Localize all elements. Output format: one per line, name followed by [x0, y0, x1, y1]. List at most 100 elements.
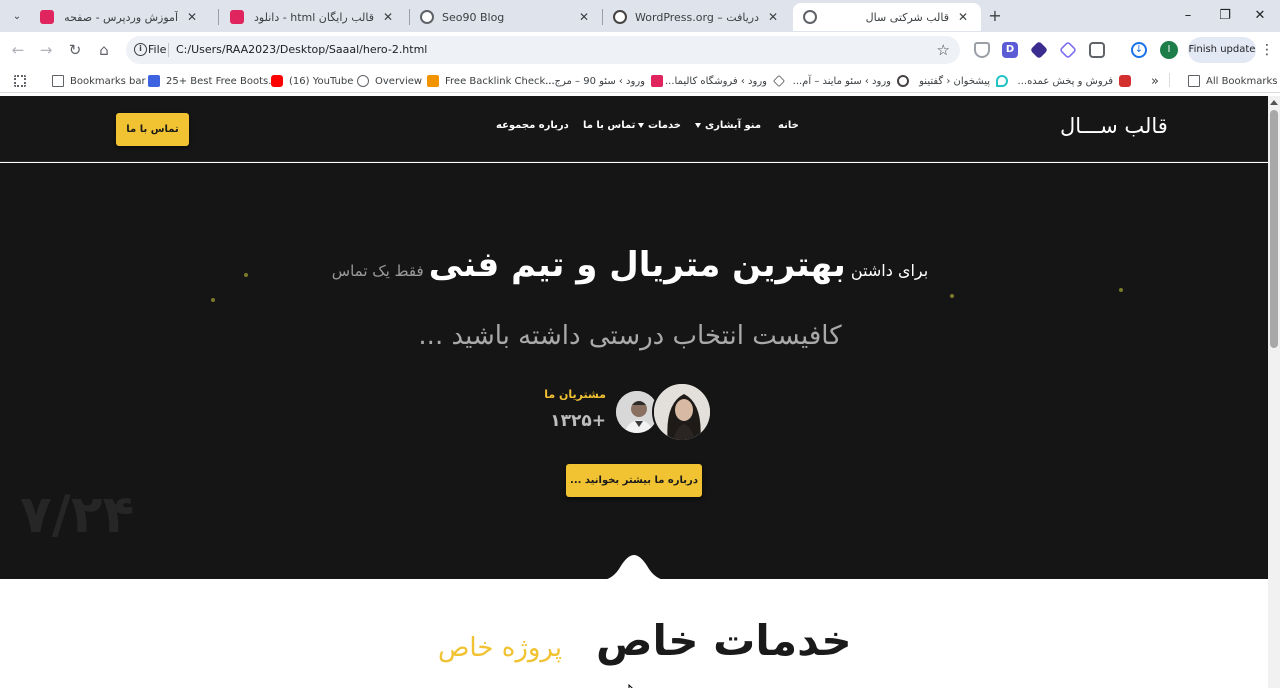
bookmark-item[interactable]: ورود › سئو 90 – مرج...	[545, 73, 663, 89]
hero-subline: کافیست انتخاب درستی داشته باشید ...	[418, 321, 842, 351]
forward-arrow-icon[interactable]: →	[37, 41, 55, 59]
support-247-watermark: ۷/۲۴	[20, 485, 135, 545]
clients-label: مشتریان ما	[544, 388, 606, 401]
tab-search-chevron-icon[interactable]: ⌄	[6, 6, 28, 26]
decorative-dot	[244, 273, 248, 277]
bookmark-item[interactable]: (16) YouTube	[271, 73, 353, 89]
hero-headline: برای داشتن بهترین متریال و تیم فنی فقط ی…	[300, 245, 960, 285]
site-info-icon[interactable]: i	[134, 43, 147, 56]
d-extension-icon[interactable]: D	[1002, 42, 1018, 58]
shield-extension-icon[interactable]	[974, 42, 990, 58]
nav-home[interactable]: خانه	[778, 120, 799, 131]
layers-extension-icon[interactable]	[1029, 40, 1049, 60]
bookmark-item[interactable]: Bookmarks bar	[52, 73, 146, 89]
address-divider	[168, 43, 169, 57]
tab-title: آموزش وردپرس - صفحه 2 از 2 - ...	[62, 10, 178, 24]
seo90-icon	[651, 75, 663, 87]
bookmark-item[interactable]: Overview	[357, 73, 422, 89]
browser-tab-active[interactable]: قالب شرکتی سال ✕	[793, 3, 981, 31]
main-nav: خانه منو آبشاری خدمات تماس با ما درباره …	[490, 120, 810, 138]
wordpress-favicon-icon	[613, 10, 627, 24]
web-page: قالب ســـال خانه منو آبشاری خدمات تماس ب…	[0, 96, 1268, 688]
bookmark-item[interactable]: 25+ Best Free Boots...	[148, 73, 278, 89]
decorative-dot	[950, 294, 954, 298]
diamond-extension-icon[interactable]	[1058, 40, 1078, 60]
hero-headline-pre: برای داشتن	[850, 261, 929, 280]
close-tab-icon[interactable]: ✕	[765, 10, 781, 24]
home-icon[interactable]: ⌂	[95, 41, 113, 59]
read-more-button[interactable]: درباره ما بیشتر بخوانید ...	[566, 464, 702, 497]
reload-icon[interactable]: ↻	[66, 41, 84, 59]
site-header: قالب ســـال خانه منو آبشاری خدمات تماس ب…	[0, 96, 1268, 162]
header-contact-button[interactable]: تماس با ما	[116, 113, 189, 146]
new-tab-button[interactable]: +	[986, 7, 1004, 25]
services-subtitle: پروژه خاص	[438, 633, 563, 663]
restore-window-button[interactable]: ❐	[1215, 6, 1235, 26]
bookmark-label: ورود › سئو مایند – آم...	[792, 75, 891, 87]
address-scheme: File	[148, 43, 167, 56]
hero-section: برای داشتن بهترین متریال و تیم فنی فقط ی…	[0, 163, 1268, 581]
bookmarks-divider	[1169, 73, 1170, 87]
browser-tab[interactable]: Seo90 Blog ✕	[410, 3, 602, 31]
bookmark-label: 25+ Best Free Boots...	[166, 75, 278, 87]
close-window-button[interactable]: ✕	[1250, 6, 1270, 26]
bookmark-star-icon[interactable]: ☆	[937, 41, 950, 59]
bookmark-item[interactable]: فروش و پخش عمده...	[1017, 73, 1131, 89]
bookmark-item[interactable]: ورود › فروشگاه کالیما...	[665, 73, 785, 89]
bookmark-item[interactable]: ورود › سئو مایند – آم...	[793, 73, 909, 89]
nav-waterfall-menu[interactable]: منو آبشاری	[695, 120, 761, 131]
close-tab-icon[interactable]: ✕	[380, 10, 396, 24]
decorative-dot	[211, 298, 215, 302]
nav-contact[interactable]: تماس با ما	[583, 120, 635, 131]
browser-tab[interactable]: آموزش وردپرس - صفحه 2 از 2 - ... ✕	[30, 3, 210, 31]
address-bar[interactable]: i File C:/Users/RAA2023/Desktop/Saaal/he…	[126, 36, 960, 64]
goftino-icon	[996, 75, 1008, 87]
chevron-down-icon	[638, 122, 644, 128]
decorative-dot	[1119, 288, 1123, 292]
bookmark-label: Free Backlink Check...	[445, 75, 555, 87]
page-scrollbar[interactable]	[1268, 96, 1280, 688]
arrow-bookmark-icon	[148, 75, 160, 87]
hero-headline-post: فقط یک تماس	[331, 262, 424, 280]
nav-services[interactable]: خدمات	[638, 120, 681, 131]
bookmark-label: پیشخوان ‹ گفتینو	[919, 75, 990, 87]
folder-icon	[52, 75, 64, 87]
finish-update-button[interactable]: Finish update	[1188, 37, 1256, 63]
woman-portrait-icon	[654, 384, 710, 440]
download-icon[interactable]: ↓	[1131, 42, 1147, 58]
youtube-icon	[271, 75, 283, 87]
close-tab-icon[interactable]: ✕	[576, 10, 592, 24]
scrollbar-thumb[interactable]	[1270, 110, 1278, 348]
hero-headline-main: بهترین متریال و تیم فنی	[428, 245, 846, 285]
nav-about[interactable]: درباره مجموعه	[496, 120, 569, 131]
browser-tab[interactable]: قالب رایگان html - دانلود رایگان ... ✕	[220, 3, 406, 31]
close-tab-icon[interactable]: ✕	[955, 10, 971, 24]
bookmark-label: ورود › فروشگاه کالیما...	[664, 75, 767, 87]
bookmarks-overflow-button[interactable]: »	[1151, 73, 1159, 89]
graduation-cap-favicon-icon	[40, 10, 54, 24]
site-logo[interactable]: قالب ســـال	[1060, 114, 1168, 138]
bookmark-label: (16) YouTube	[289, 75, 354, 87]
profile-avatar[interactable]: I	[1160, 41, 1178, 59]
backlink-icon	[427, 75, 439, 87]
tab-title: دریافت – WordPress.org فارسی	[635, 10, 759, 24]
globe-favicon-icon	[420, 10, 434, 24]
services-title: خدمات خاص	[596, 616, 852, 665]
client-avatar	[652, 382, 712, 442]
bookmark-label: فروش و پخش عمده...	[1017, 75, 1113, 87]
bookmark-label: Overview	[375, 75, 423, 87]
browser-tab[interactable]: دریافت – WordPress.org فارسی ✕	[603, 3, 791, 31]
extensions-puzzle-icon[interactable]	[1089, 42, 1105, 58]
bookmark-label: ورود › سئو 90 – مرج...	[544, 75, 645, 87]
apps-grid-icon[interactable]	[14, 73, 32, 89]
all-bookmarks-button[interactable]: All Bookmarks	[1188, 73, 1277, 89]
bookmark-label: All Bookmarks	[1206, 75, 1278, 87]
close-tab-icon[interactable]: ✕	[184, 10, 200, 24]
browser-menu-icon[interactable]: ⋮	[1260, 41, 1274, 59]
bookmark-item[interactable]: پیشخوان ‹ گفتینو	[919, 73, 1008, 89]
address-url[interactable]: C:/Users/RAA2023/Desktop/Saaal/hero-2.ht…	[176, 43, 427, 56]
minimize-window-button[interactable]: –	[1178, 6, 1198, 26]
scroll-up-arrow-icon[interactable]	[1270, 100, 1278, 105]
bookmark-item[interactable]: Free Backlink Check...	[427, 73, 555, 89]
back-arrow-icon[interactable]: ←	[9, 41, 27, 59]
